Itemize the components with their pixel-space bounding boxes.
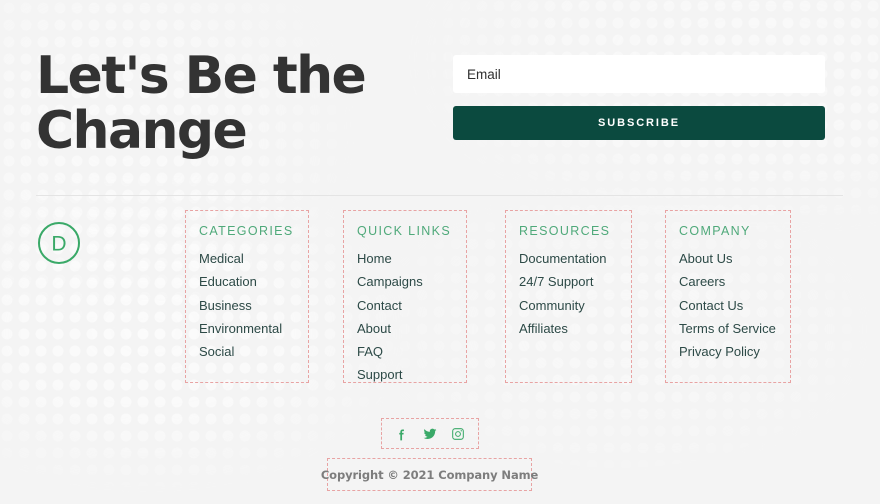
footer-column-title: CATEGORIES <box>199 224 294 238</box>
footer-link[interactable]: Education <box>199 270 308 293</box>
footer-link-list: Documentation 24/7 Support Community Aff… <box>519 247 631 340</box>
page-root: Let's Be the Change SUBSCRIBE D CATEGORI… <box>0 0 880 504</box>
footer-link-list: Medical Education Business Environmental… <box>199 247 308 363</box>
footer-link[interactable]: About Us <box>679 247 790 270</box>
newsletter-signup-form: SUBSCRIBE <box>453 55 825 140</box>
footer-link[interactable]: Campaigns <box>357 270 466 293</box>
footer-link[interactable]: Support <box>357 363 466 386</box>
list-item: Contact <box>357 294 466 317</box>
footer-column-company: COMPANY About Us Careers Contact Us Term… <box>665 210 791 383</box>
svg-text:D: D <box>51 233 66 256</box>
footer-link[interactable]: Careers <box>679 270 790 293</box>
footer-link-list: About Us Careers Contact Us Terms of Ser… <box>679 247 790 363</box>
footer-column-quick-links: QUICK LINKS Home Campaigns Contact About… <box>343 210 467 383</box>
footer-link-list: Home Campaigns Contact About FAQ Support <box>357 247 466 387</box>
footer-link[interactable]: Contact <box>357 294 466 317</box>
list-item: Careers <box>679 270 790 293</box>
list-item: Community <box>519 294 631 317</box>
footer-column-title: QUICK LINKS <box>357 224 452 238</box>
footer-column-categories: CATEGORIES Medical Education Business En… <box>185 210 309 383</box>
list-item: Business <box>199 294 308 317</box>
list-item: Contact Us <box>679 294 790 317</box>
twitter-icon[interactable] <box>423 427 437 441</box>
facebook-icon[interactable] <box>395 427 409 441</box>
footer-link[interactable]: Terms of Service <box>679 317 790 340</box>
footer-column-title: COMPANY <box>679 224 751 238</box>
instagram-icon[interactable] <box>451 427 465 441</box>
section-divider <box>36 195 843 196</box>
footer-link[interactable]: Home <box>357 247 466 270</box>
list-item: Privacy Policy <box>679 340 790 363</box>
footer-link[interactable]: Affiliates <box>519 317 631 340</box>
footer-link[interactable]: Medical <box>199 247 308 270</box>
subscribe-button[interactable]: SUBSCRIBE <box>453 106 825 140</box>
list-item: 24/7 Support <box>519 270 631 293</box>
list-item: FAQ <box>357 340 466 363</box>
list-item: Home <box>357 247 466 270</box>
list-item: Medical <box>199 247 308 270</box>
list-item: Affiliates <box>519 317 631 340</box>
footer-column-resources: RESOURCES Documentation 24/7 Support Com… <box>505 210 632 383</box>
list-item: Terms of Service <box>679 317 790 340</box>
email-field[interactable] <box>453 55 825 93</box>
footer-link[interactable]: Privacy Policy <box>679 340 790 363</box>
social-links-row <box>381 418 479 449</box>
list-item: Documentation <box>519 247 631 270</box>
brand-logo-icon[interactable]: D <box>37 221 81 265</box>
list-item: Campaigns <box>357 270 466 293</box>
footer-link[interactable]: Environmental <box>199 317 308 340</box>
footer-link[interactable]: Community <box>519 294 631 317</box>
list-item: About <box>357 317 466 340</box>
footer-link[interactable]: Social <box>199 340 308 363</box>
footer-link[interactable]: Contact Us <box>679 294 790 317</box>
footer-link[interactable]: About <box>357 317 466 340</box>
page-content: Let's Be the Change SUBSCRIBE D CATEGORI… <box>0 0 880 504</box>
footer-column-title: RESOURCES <box>519 224 611 238</box>
hero-heading: Let's Be the Change <box>36 46 367 161</box>
list-item: About Us <box>679 247 790 270</box>
copyright-bar: Copyright © 2021 Company Name <box>321 458 538 491</box>
list-item: Environmental <box>199 317 308 340</box>
footer-link[interactable]: FAQ <box>357 340 466 363</box>
footer-link[interactable]: Documentation <box>519 247 631 270</box>
footer-link[interactable]: 24/7 Support <box>519 270 631 293</box>
list-item: Social <box>199 340 308 363</box>
copyright-text: Copyright © 2021 Company Name <box>320 467 539 482</box>
footer-link[interactable]: Business <box>199 294 308 317</box>
list-item: Education <box>199 270 308 293</box>
list-item: Support <box>357 363 466 386</box>
